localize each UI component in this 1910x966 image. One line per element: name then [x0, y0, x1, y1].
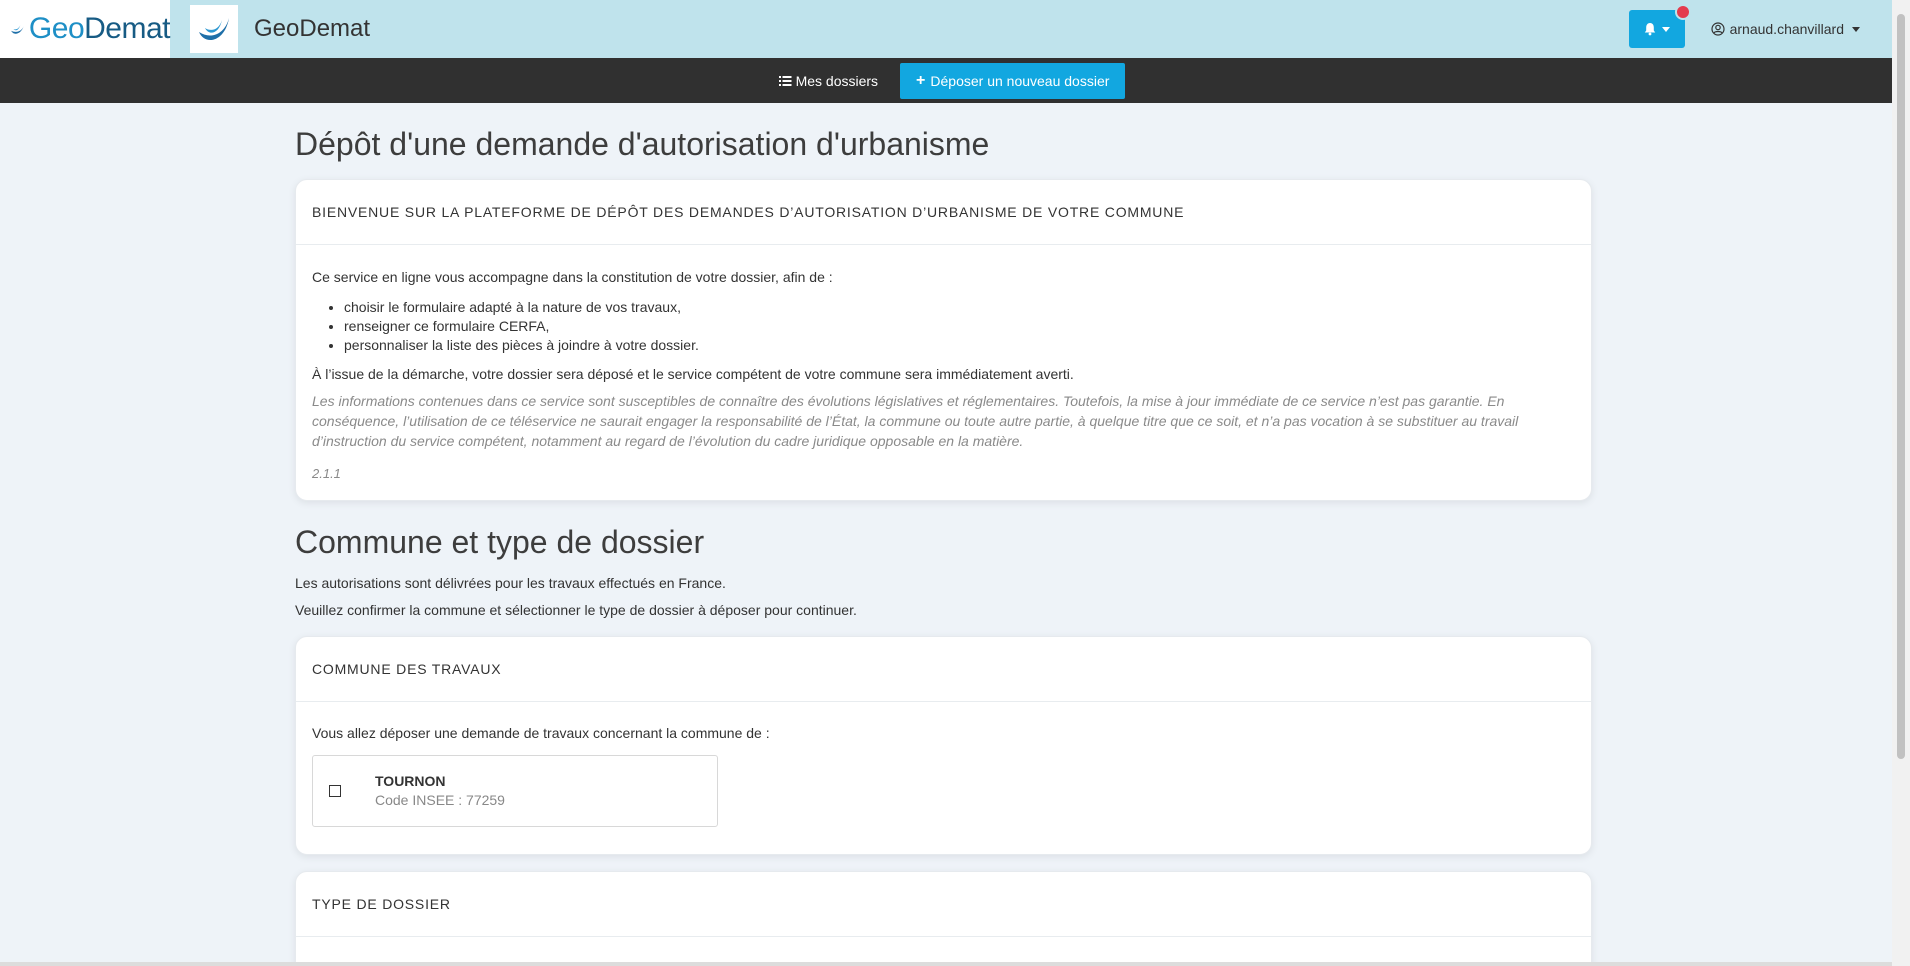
new-folder-button[interactable]: + Déposer un nouveau dossier — [900, 62, 1126, 99]
my-folders-label: Mes dossiers — [795, 72, 879, 89]
welcome-card-body: Ce service en ligne vous accompagne dans… — [296, 245, 1591, 505]
commune-code: Code INSEE : 77259 — [375, 792, 505, 809]
type-card-header: TYPE DE DOSSIER — [296, 872, 1591, 938]
main-content: Dépôt d'une demande d'autorisation d'urb… — [295, 103, 1592, 966]
bell-icon — [1644, 23, 1656, 36]
notification-badge — [1674, 4, 1691, 20]
user-menu[interactable]: arnaud.chanvillard — [1710, 21, 1860, 37]
section-line-1: Les autorisations sont délivrées pour le… — [295, 575, 726, 592]
commune-option[interactable]: TOURNON Code INSEE : 77259 — [312, 754, 718, 827]
list-item: personnaliser la liste des pièces à join… — [344, 336, 1575, 355]
section-title: Commune et type de dossier — [295, 524, 705, 561]
topbar-right: arnaud.chanvillard — [1628, 0, 1892, 58]
app-swoosh-icon — [199, 18, 229, 41]
commune-intro: Vous allez déposer une demande de travau… — [312, 725, 770, 742]
app-logo-tile — [190, 5, 238, 53]
disclaimer-text: Les informations contenues dans ce servi… — [312, 393, 1519, 449]
main-nav: Mes dossiers + Déposer un nouveau dossie… — [0, 58, 1892, 103]
welcome-outcome: À l’issue de la démarche, votre dossier … — [312, 365, 1074, 382]
section-line-2: Veuillez confirmer la commune et sélecti… — [295, 602, 857, 619]
user-name: arnaud.chanvillard — [1729, 21, 1844, 37]
chevron-down-icon — [1852, 26, 1860, 32]
welcome-intro: Ce service en ligne vous accompagne dans… — [312, 269, 833, 286]
commune-name: TOURNON — [375, 773, 446, 790]
app-name: GeoDemat — [254, 15, 371, 42]
new-folder-label: Déposer un nouveau dossier — [930, 72, 1110, 89]
list-icon — [778, 75, 792, 86]
type-card: TYPE DE DOSSIER — [295, 871, 1592, 966]
user-circle-icon — [1710, 22, 1725, 36]
version-label: 2.1.1 — [312, 466, 341, 482]
commune-card-body: Vous allez déposer une demande de travau… — [296, 702, 1591, 849]
my-folders-link[interactable]: Mes dossiers — [767, 63, 890, 99]
scrollbar-thumb[interactable] — [1897, 14, 1905, 759]
brand-name: GeoDemat — [28, 12, 171, 45]
welcome-card: BIENVENUE SUR LA PLATEFORME DE DÉPÔT DES… — [295, 179, 1592, 502]
top-header: GeoDemat GeoDemat arnaud.chanvillard — [0, 0, 1892, 58]
page-title: Dépôt d'une demande d'autorisation d'urb… — [295, 126, 990, 162]
commune-details: TOURNON Code INSEE : 77259 — [375, 773, 505, 808]
chevron-down-icon — [1662, 26, 1671, 32]
commune-card: COMMUNE DES TRAVAUX Vous allez déposer u… — [295, 636, 1592, 856]
welcome-list: choisir le formulaire adapté à la nature… — [344, 298, 1575, 355]
notifications-button[interactable] — [1628, 4, 1691, 48]
page-scrollbar[interactable] — [1892, 0, 1910, 966]
commune-checkbox[interactable] — [329, 784, 341, 797]
bottom-edge — [0, 962, 1892, 966]
commune-card-header: COMMUNE DES TRAVAUX — [296, 637, 1591, 703]
list-item: choisir le formulaire adapté à la nature… — [344, 298, 1575, 317]
plus-icon: + — [916, 71, 926, 89]
brand-logo[interactable]: GeoDemat — [0, 0, 170, 58]
swoosh-logo-icon — [11, 24, 24, 34]
list-item: renseigner ce formulaire CERFA, — [344, 317, 1575, 336]
welcome-card-header: BIENVENUE SUR LA PLATEFORME DE DÉPÔT DES… — [296, 180, 1591, 246]
